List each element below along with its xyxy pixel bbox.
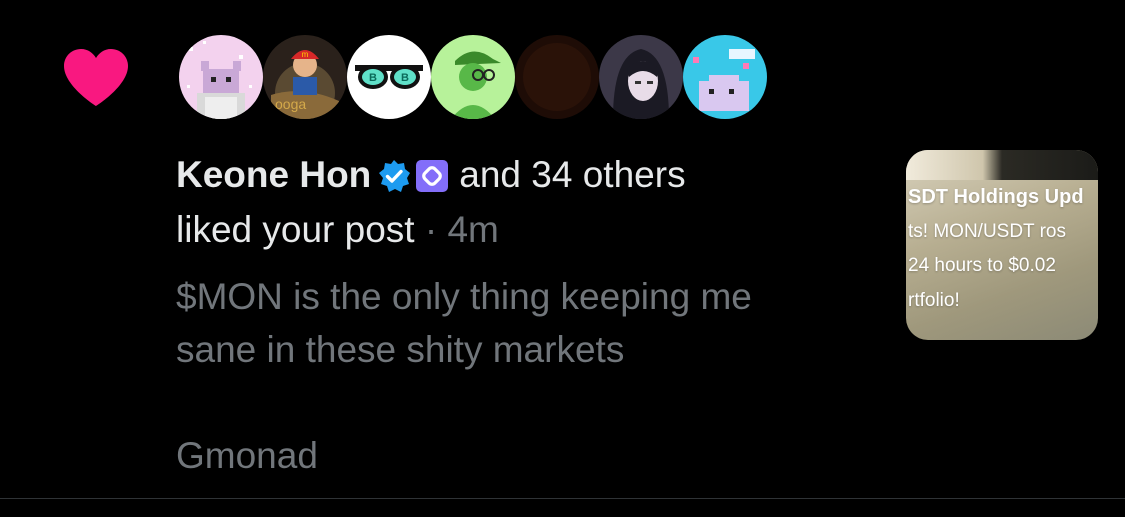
svg-text:B: B [401,72,409,84]
svg-text:B: B [369,72,377,84]
cartoon-man-red-cap-avatar[interactable]: m ooga [263,35,347,119]
media-text-line: SDT Holdings Upd [908,186,1084,208]
media-text-line: ts! MON/USDT ros [908,221,1066,242]
media-thumbnail[interactable]: SDT Holdings Upd ts! MON/USDT ros 24 hou… [906,150,1098,340]
heart-icon [64,49,128,106]
user-name-link[interactable]: Keone Hon [176,154,371,195]
dark-brown-avatar[interactable] [515,35,599,119]
separator-dot: · [424,209,438,250]
action-line: liked your post · 4m [176,205,499,255]
media-text-line: rtfolio! [908,290,960,311]
green-character-avatar[interactable] [431,35,515,119]
notification-headline: Keone Hon and 34 others [176,150,686,200]
action-text: liked your post [176,209,415,250]
notification-divider [0,498,1125,499]
media-thumbnail-top [906,150,1098,180]
sunglasses-avatar[interactable]: B B [347,35,431,119]
svg-text:m: m [302,50,309,59]
pixel-creature-avatar[interactable] [683,35,767,119]
affiliate-badge-icon[interactable] [415,159,449,193]
anime-girl-avatar[interactable] [599,35,683,119]
others-count-link[interactable]: and 34 others [459,154,685,195]
timestamp: 4m [447,209,499,250]
verified-badge-icon [379,160,411,192]
svg-text:ooga: ooga [275,96,306,112]
post-text[interactable]: $MON is the only thing keeping me sane i… [176,270,876,482]
pixel-cat-avatar[interactable] [179,35,263,119]
media-text-line: 24 hours to $0.02 [908,255,1056,276]
